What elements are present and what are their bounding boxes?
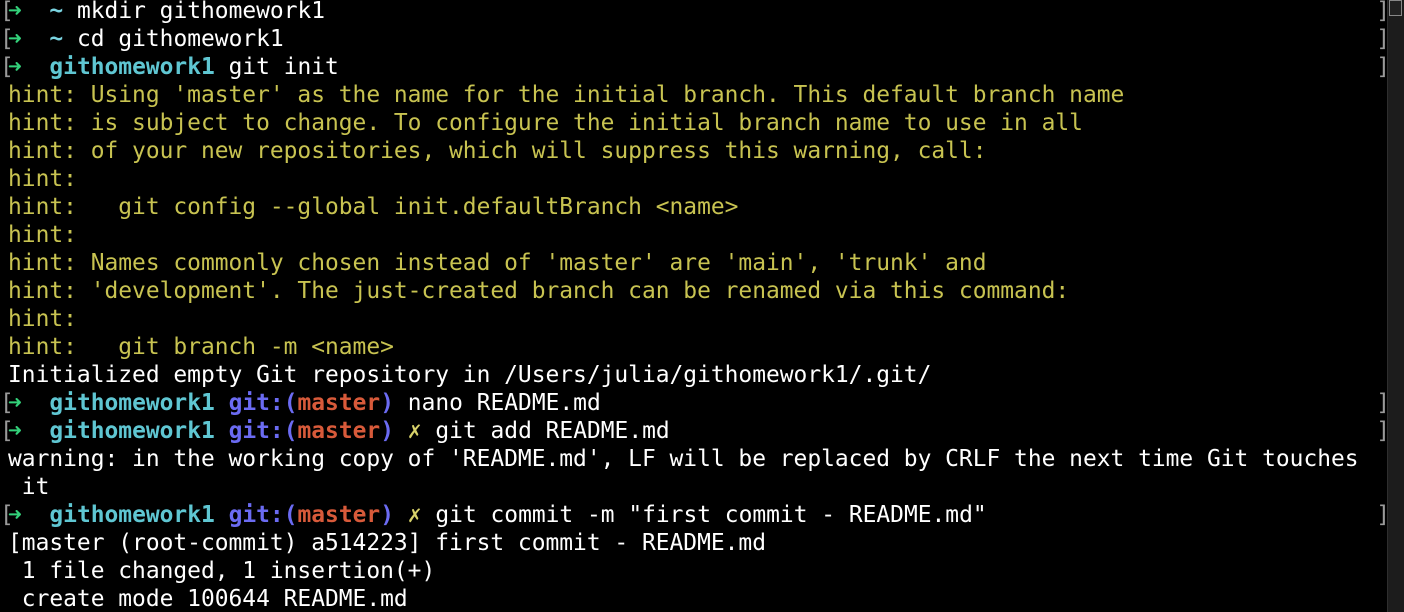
hint-line: hint: is subject to change. To configure… [8,109,1388,137]
prompt-line: [➜ githomework1 git:(master) ✗ git add R… [0,417,1390,445]
command-text: git commit -m "first commit - README.md" [435,502,987,528]
hint-text: hint: of your new repositories, which wi… [8,138,987,164]
output-text: warning: in the working copy of 'README.… [8,446,1359,472]
prompt-mark-open: [ [0,390,14,416]
hint-text: hint: 'development'. The just-created br… [8,278,1070,304]
output-line: create mode 100644 README.md [8,585,1388,612]
output-text: Initialized empty Git repository in /Use… [8,362,932,388]
output-text: it [8,474,50,500]
scrollbar[interactable] [1387,0,1404,612]
command-text: git add README.md [435,418,670,444]
dirty-status-icon: ✗ [407,418,422,444]
hint-text: hint: git branch -m <name> [8,334,394,360]
scrollbar-thumb[interactable] [1389,0,1402,16]
hint-line: hint: of your new repositories, which wi… [8,137,1388,165]
hint-line: hint: [8,165,1388,193]
prompt-line: [➜ githomework1 git:(master) nano README… [0,389,1390,417]
prompt-mark-open: [ [0,0,14,24]
prompt-mark-open: [ [0,418,14,444]
hint-text: hint: [8,222,77,248]
output-text: 1 file changed, 1 insertion(+) [8,558,436,584]
output-line: Initialized empty Git repository in /Use… [8,361,1388,389]
prompt-line: [➜ githomework1 git init] [0,53,1390,81]
prompt-directory: ~ [49,26,64,52]
command-text: mkdir githomework1 [76,0,326,24]
hint-text: hint: [8,166,77,192]
hint-text: hint: Names commonly chosen instead of '… [8,250,987,276]
hint-text: hint: Using 'master' as the name for the… [8,82,1125,108]
command-text: nano README.md [407,390,601,416]
dirty-status-icon: ✗ [407,502,422,528]
terminal-window[interactable]: [➜ ~ mkdir githomework1][➜ ~ cd githomew… [0,0,1404,612]
prompt-directory: githomework1 [49,502,215,528]
prompt-line: [➜ ~ mkdir githomework1] [0,0,1390,25]
output-text: [master (root-commit) a514223] first com… [8,530,766,556]
hint-line: hint: [8,305,1388,333]
prompt-directory: githomework1 [49,390,215,416]
git-suffix: ) [380,390,394,416]
hint-line: hint: git branch -m <name> [8,333,1388,361]
hint-line: hint: Names commonly chosen instead of '… [8,249,1388,277]
command-text: cd githomework1 [76,26,284,52]
output-line: warning: in the working copy of 'README.… [8,445,1388,473]
output-line: it [8,473,1388,501]
hint-line: hint: Using 'master' as the name for the… [8,81,1388,109]
output-line: 1 file changed, 1 insertion(+) [8,557,1388,585]
git-prefix: git:( [228,502,298,528]
prompt-mark-open: [ [0,26,14,52]
hint-line: hint: 'development'. The just-created br… [8,277,1388,305]
git-branch-name: master [297,390,381,416]
hint-line: hint: [8,221,1388,249]
git-suffix: ) [380,418,394,444]
output-text: create mode 100644 README.md [8,586,408,612]
prompt-mark-open: [ [0,502,14,528]
hint-text: hint: git config --global init.defaultBr… [8,194,739,220]
command-text: git init [228,54,339,80]
prompt-line: [➜ githomework1 git:(master) ✗ git commi… [0,501,1390,529]
prompt-directory: githomework1 [49,418,215,444]
git-prefix: git:( [228,418,298,444]
prompt-mark-open: [ [0,54,14,80]
prompt-line: [➜ ~ cd githomework1] [0,25,1390,53]
git-branch-name: master [297,502,381,528]
hint-text: hint: [8,306,77,332]
prompt-directory: ~ [49,0,64,24]
hint-text: hint: is subject to change. To configure… [8,110,1083,136]
git-branch-name: master [297,418,381,444]
git-prefix: git:( [228,390,298,416]
hint-line: hint: git config --global init.defaultBr… [8,193,1388,221]
git-suffix: ) [380,502,394,528]
prompt-directory: githomework1 [49,54,215,80]
output-line: [master (root-commit) a514223] first com… [8,529,1388,557]
